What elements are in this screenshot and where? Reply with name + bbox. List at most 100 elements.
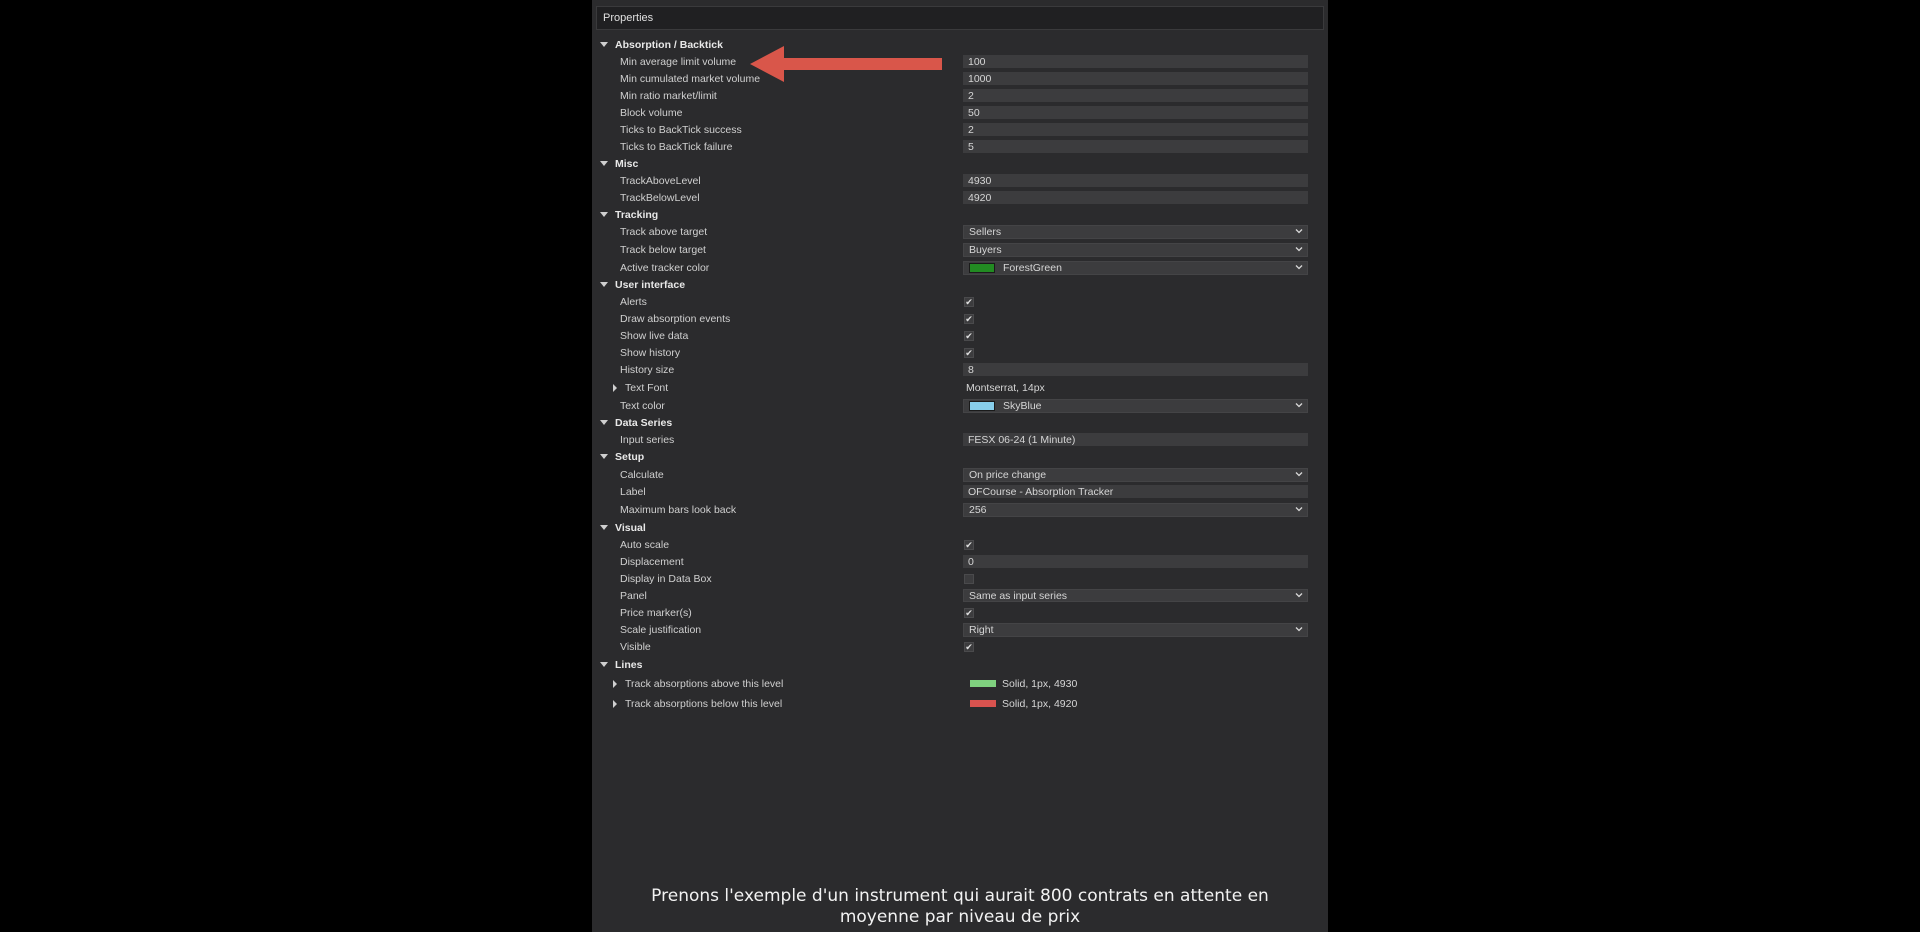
- show-live-data-checkbox[interactable]: ✔: [964, 330, 974, 341]
- property-label: Maximum bars look back: [620, 504, 737, 516]
- property-row-show-live-data: Show live data ✔: [592, 327, 1328, 344]
- property-label: Display in Data Box: [620, 572, 712, 585]
- property-row-draw-absorption-events: Draw absorption events ✔: [592, 310, 1328, 327]
- property-row-price-marker-s: Price marker(s) ✔: [592, 604, 1328, 621]
- property-label: Track above target: [620, 226, 708, 238]
- chevron-down-icon: [1295, 591, 1303, 599]
- trackbelowlevel-input[interactable]: 4920: [963, 191, 1308, 204]
- category-setup[interactable]: Setup: [592, 448, 1328, 465]
- text-color-dropdown[interactable]: SkyBlue: [963, 399, 1308, 413]
- property-row-ticks-to-backtick-failure: Ticks to BackTick failure 5: [592, 138, 1328, 155]
- display-in-data-box-checkbox[interactable]: [964, 573, 974, 584]
- min-cumulated-market-volume-input[interactable]: 1000: [963, 72, 1308, 85]
- visible-checkbox[interactable]: ✔: [964, 641, 974, 652]
- category-absorption-backtick[interactable]: Absorption / Backtick: [592, 36, 1328, 53]
- active-tracker-color-dropdown[interactable]: ForestGreen: [963, 261, 1308, 275]
- dropdown-value: Buyers: [969, 244, 1002, 256]
- collapse-arrow-icon[interactable]: [600, 41, 608, 47]
- show-history-checkbox[interactable]: ✔: [964, 347, 974, 358]
- property-label: Show live data: [620, 329, 689, 342]
- ticks-to-backtick-success-input[interactable]: 2: [963, 123, 1308, 136]
- collapse-arrow-icon[interactable]: [600, 453, 608, 459]
- dropdown-value: On price change: [969, 469, 1047, 481]
- alerts-checkbox[interactable]: ✔: [964, 296, 974, 307]
- property-row-trackbelowlevel: TrackBelowLevel 4920: [592, 189, 1328, 206]
- collapse-arrow-icon[interactable]: [600, 160, 608, 166]
- chevron-down-icon: [1295, 227, 1303, 235]
- property-label: Price marker(s): [620, 606, 692, 619]
- property-row-trackabovelevel: TrackAboveLevel 4930: [592, 172, 1328, 189]
- property-label: History size: [620, 363, 675, 376]
- auto-scale-checkbox[interactable]: ✔: [964, 539, 974, 550]
- property-row-maximum-bars-look-back: Maximum bars look back 256: [592, 501, 1328, 519]
- expand-arrow-icon[interactable]: [613, 679, 617, 688]
- line-color-swatch: [970, 699, 996, 707]
- property-label: Text color: [620, 400, 665, 412]
- text-font-value[interactable]: Montserrat, 14px: [966, 379, 1045, 397]
- label-input[interactable]: OFCourse - Absorption Tracker: [963, 485, 1308, 498]
- block-volume-input[interactable]: 50: [963, 106, 1308, 119]
- property-label: Active tracker color: [620, 262, 710, 274]
- color-swatch: [969, 401, 995, 411]
- dropdown-value: Same as input series: [969, 589, 1068, 602]
- track-above-target-dropdown[interactable]: Sellers: [963, 225, 1308, 239]
- red-arrow-annotation: [750, 46, 942, 82]
- calculate-dropdown[interactable]: On price change: [963, 468, 1308, 482]
- collapse-arrow-icon[interactable]: [600, 419, 608, 425]
- displacement-input[interactable]: 0: [963, 555, 1308, 568]
- property-label: Track below target: [620, 244, 706, 256]
- track-below-target-dropdown[interactable]: Buyers: [963, 243, 1308, 257]
- history-size-input[interactable]: 8: [963, 363, 1308, 376]
- property-label: Input series: [620, 433, 675, 446]
- collapse-arrow-icon[interactable]: [600, 281, 608, 287]
- dropdown-value: 256: [969, 504, 987, 516]
- property-row-auto-scale: Auto scale ✔: [592, 536, 1328, 553]
- property-row-visible: Visible ✔: [592, 638, 1328, 655]
- property-label: TrackAboveLevel: [620, 174, 701, 187]
- ticks-to-backtick-failure-input[interactable]: 5: [963, 140, 1308, 153]
- track-absorptions-below-this-level-value[interactable]: Solid, 1px, 4920: [1002, 694, 1077, 713]
- color-name: ForestGreen: [1003, 262, 1062, 274]
- collapse-arrow-icon[interactable]: [600, 662, 608, 667]
- panel-dropdown[interactable]: Same as input series: [963, 589, 1308, 602]
- category-lines[interactable]: Lines: [592, 656, 1328, 674]
- category-misc[interactable]: Misc: [592, 155, 1328, 172]
- chevron-down-icon: [1295, 625, 1303, 633]
- property-row-track-absorptions-above-this-level: Track absorptions above this level Solid,…: [592, 674, 1328, 693]
- red-arrow-shape: [750, 46, 942, 82]
- scale-justification-dropdown[interactable]: Right: [963, 623, 1308, 637]
- draw-absorption-events-checkbox[interactable]: ✔: [964, 313, 974, 324]
- category-user-interface[interactable]: User interface: [592, 276, 1328, 293]
- property-label: Calculate: [620, 469, 664, 481]
- property-label: Text Font: [625, 382, 669, 394]
- color-swatch: [969, 263, 995, 273]
- property-label: Displacement: [620, 555, 684, 568]
- property-label: Label: [620, 485, 646, 498]
- property-label: Min cumulated market volume: [620, 72, 761, 85]
- expand-arrow-icon[interactable]: [613, 384, 617, 392]
- min-average-limit-volume-input[interactable]: 100: [963, 55, 1308, 68]
- track-absorptions-above-this-level-value[interactable]: Solid, 1px, 4930: [1002, 674, 1077, 693]
- input-series-input[interactable]: FESX 06-24 (1 Minute): [963, 433, 1308, 446]
- trackabovelevel-input[interactable]: 4930: [963, 174, 1308, 187]
- category-visual[interactable]: Visual: [592, 519, 1328, 536]
- price-marker-s-checkbox[interactable]: ✔: [964, 607, 974, 618]
- dropdown-value: Right: [969, 624, 994, 636]
- category-tracking[interactable]: Tracking: [592, 206, 1328, 223]
- property-row-track-absorptions-below-this-level: Track absorptions below this level Solid,…: [592, 694, 1328, 713]
- expand-arrow-icon[interactable]: [613, 699, 617, 708]
- subtitle-line-1: Prenons l'exemple d'un instrument qui au…: [651, 886, 1269, 906]
- collapse-arrow-icon[interactable]: [600, 211, 608, 217]
- maximum-bars-look-back-dropdown[interactable]: 256: [963, 503, 1308, 517]
- category-data-series[interactable]: Data Series: [592, 414, 1328, 431]
- property-row-alerts: Alerts ✔: [592, 293, 1328, 310]
- line-color-swatch: [970, 679, 996, 687]
- dropdown-value: Sellers: [969, 226, 1002, 238]
- collapse-arrow-icon[interactable]: [600, 524, 608, 530]
- category-label: Misc: [615, 157, 639, 170]
- property-row-input-series: Input series FESX 06-24 (1 Minute): [592, 431, 1328, 448]
- min-ratio-market-limit-input[interactable]: 2: [963, 89, 1308, 102]
- category-label: Lines: [615, 659, 643, 671]
- property-label: Track absorptions above this level: [625, 677, 784, 690]
- property-row-text-color: Text color SkyBlue: [592, 397, 1328, 415]
